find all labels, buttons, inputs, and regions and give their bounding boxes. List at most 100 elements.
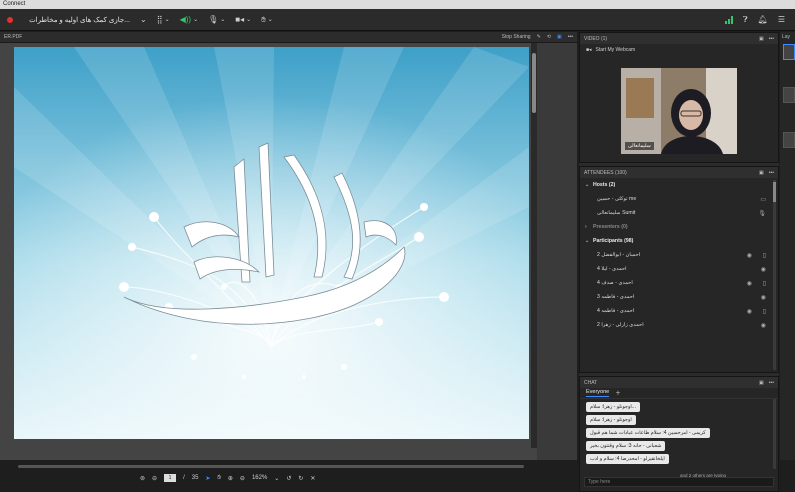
status-icon: ◉	[746, 252, 752, 259]
zoom-in-icon[interactable]: ⊕	[228, 475, 233, 482]
horizontal-scrollbar[interactable]	[18, 465, 524, 468]
chat-message: کریمی - امرحسین 4: سلام طاعات عبادات شما…	[586, 428, 710, 438]
share-pod-header: ER.PDF Stop Sharing ✎ ⟲ ▣ •••	[0, 32, 577, 43]
undo-icon[interactable]: ↺	[286, 475, 291, 482]
status-icon: ◉	[760, 322, 766, 329]
chat-message: شعبانی - حانه 3: سلام وقتتون بخیر	[586, 441, 666, 451]
video-pod-title: VIDEO (1)	[584, 35, 608, 42]
tab-everyone[interactable]: Everyone	[586, 389, 610, 397]
page-separator: /	[183, 475, 185, 481]
page-number-input[interactable]: 1	[164, 474, 177, 482]
raise-hand-icon[interactable]: ✋︎ ⌄	[261, 15, 273, 25]
page-up-icon[interactable]: ⊖	[152, 475, 157, 482]
microphone-icon[interactable]: 🎙︎ ⌄	[208, 15, 225, 24]
stop-sharing-button[interactable]: Stop Sharing	[502, 34, 531, 40]
bell-icon[interactable]: 🔔︎	[758, 15, 768, 24]
attendees-pod-header: ATTENDEES (100) ▣ •••	[580, 167, 778, 178]
participant-video[interactable]: سلیمانعالی	[621, 68, 737, 154]
attendee-name: احمدی - فاطمه 4	[597, 308, 635, 314]
phone-icon: ▯	[762, 308, 766, 315]
chevron-down-icon[interactable]: ⌄	[274, 475, 279, 482]
bismillah-slide-graphic	[14, 47, 529, 439]
sync-icon[interactable]: ⟲	[547, 34, 551, 40]
clear-icon[interactable]: ✕	[310, 475, 315, 482]
group-presenters[interactable]: › Presenters (0)	[580, 220, 778, 234]
draw-icon[interactable]: ✎	[537, 34, 541, 40]
microphone-icon: 🎙︎	[758, 210, 766, 217]
layouts-rail: Lay	[780, 32, 795, 460]
group-hosts[interactable]: ⌄ Hosts (2)	[580, 178, 778, 192]
vertical-scrollbar[interactable]	[531, 43, 537, 448]
right-pods: VIDEO (1) ▣ ••• ■◂ Start My Webcam سلیمان…	[579, 32, 779, 492]
fullscreen-icon[interactable]: ▣	[759, 36, 764, 42]
chat-input[interactable]: Type here	[584, 477, 774, 487]
layout-share[interactable]	[783, 44, 795, 60]
window-title: Connect	[0, 0, 795, 9]
phone-icon: ▯	[762, 252, 766, 259]
zoom-out-icon[interactable]: ⊖	[240, 475, 245, 482]
chat-message: ایلخانقیزلو - امحدرضا 4: سلام و ادب	[586, 454, 669, 464]
more-options-icon[interactable]: •••	[769, 380, 774, 386]
attendee-name: سلیمانعالی Sumit	[597, 210, 636, 216]
attendees-scrollbar[interactable]	[773, 180, 776, 370]
video-name-tag: سلیمانعالی	[625, 142, 654, 150]
group-label: Hosts (2)	[593, 182, 616, 188]
attendee-row[interactable]: احسان - ابوالفضل 2 ◉ ▯	[580, 248, 778, 262]
attendee-name: احمدی - فاطمه 3	[597, 294, 635, 300]
more-options-icon[interactable]: •••	[769, 36, 774, 42]
attendee-name: احسان - ابوالفضل 2	[597, 252, 641, 258]
menu-icon[interactable]: ☰	[778, 15, 785, 24]
layout-discussion[interactable]	[783, 87, 795, 103]
layout-collaboration[interactable]	[783, 132, 795, 148]
attendee-row[interactable]: احمدی - صدف 4 ◉ ▯	[580, 276, 778, 290]
hand-icon[interactable]: ✋︎	[217, 475, 220, 482]
add-tab-icon[interactable]: ＋	[615, 389, 621, 397]
attendees-pod-title: ATTENDEES (100)	[584, 169, 627, 176]
status-icon: ◉	[746, 280, 752, 287]
attendees-pod: ATTENDEES (100) ▣ ••• ⌄ Hosts (2) توکلی - …	[579, 166, 779, 373]
meeting-title[interactable]: ...جازی کمک های اولیه و مخاطرات	[25, 16, 130, 24]
scroll-thumb[interactable]	[773, 182, 776, 202]
scroll-thumb[interactable]	[532, 53, 536, 113]
more-options-icon[interactable]: •••	[568, 34, 573, 40]
chat-pod: CHAT ▣ ••• Everyone ＋ ...اوجونلو - زهرا: …	[579, 376, 779, 492]
record-icon[interactable]	[7, 16, 13, 23]
attendee-row[interactable]: سلیمانعالی Sumit 🎙︎	[580, 206, 778, 220]
more-options-icon[interactable]: •••	[769, 170, 774, 176]
pdf-toolbar: ⊚ ⊖ 1 / 35 ➤ ✋︎ ⊕ ⊖ 162% ⌄ ↺ ↻ ✕	[140, 471, 380, 485]
attendee-row[interactable]: احمدی - لیلا 4 ◉	[580, 262, 778, 276]
attendee-name: احمدی - صدف 4	[597, 280, 633, 286]
redo-icon[interactable]: ↻	[298, 475, 303, 482]
grid-icon[interactable]: ⣿ ⌄	[157, 15, 170, 24]
fullscreen-icon[interactable]: ▣	[759, 380, 764, 386]
group-label: Presenters (0)	[593, 224, 628, 230]
start-webcam-label: Start My Webcam	[595, 47, 636, 53]
rotate-icon[interactable]: ⊚	[140, 475, 145, 482]
group-participants[interactable]: ⌄ Participants (98)	[580, 234, 778, 248]
share-screen-icon: ▭	[760, 196, 766, 203]
attendee-name: احمدی - لیلا 4	[597, 266, 627, 272]
group-label: Participants (98)	[593, 238, 634, 244]
signal-icon	[724, 15, 733, 24]
status-icon: ◉	[746, 308, 752, 315]
top-toolbar: ...جازی کمک های اولیه و مخاطرات ⌄ ⣿ ⌄ ◀)…	[0, 9, 795, 31]
fullscreen-icon[interactable]: ▣	[557, 34, 562, 40]
attendee-row[interactable]: احمدی - فاطمه 3 ◉	[580, 290, 778, 304]
pointer-icon[interactable]: ➤	[205, 475, 210, 482]
attendee-row[interactable]: احمدی زارلی - زهرا 2 ◉	[580, 318, 778, 332]
chat-message: ...اوجونلو - زهرا: سلام	[586, 402, 640, 412]
total-pages: 35	[191, 475, 199, 481]
speaker-icon[interactable]: ◀)) ⌄	[180, 15, 199, 24]
chat-scrollbar[interactable]	[773, 399, 776, 469]
camera-icon[interactable]: ■◂ ⌄	[235, 15, 251, 24]
chat-message: اوجونلو - زهرا: سلام	[586, 415, 636, 425]
fullscreen-icon[interactable]: ▣	[759, 170, 764, 176]
chat-pod-title: CHAT	[584, 379, 598, 386]
attendee-row[interactable]: توکلی - حسین me ▭	[580, 192, 778, 206]
start-webcam-button[interactable]: ■◂ Start My Webcam	[580, 44, 778, 56]
chevron-down-icon[interactable]: ⌄	[140, 15, 147, 24]
zoom-level[interactable]: 162%	[252, 475, 267, 481]
share-pod: ER.PDF Stop Sharing ✎ ⟲ ▣ ••• ⊚ ⊖ 1 / 35…	[0, 32, 577, 482]
attendee-row[interactable]: احمدی - فاطمه 4 ◉ ▯	[580, 304, 778, 318]
help-icon[interactable]: ❓︎	[743, 15, 748, 25]
